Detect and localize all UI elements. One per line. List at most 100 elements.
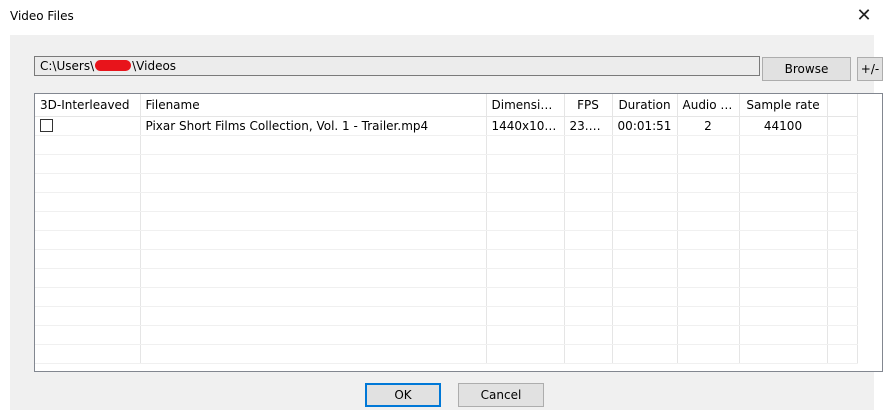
empty-cell — [140, 287, 487, 307]
empty-cell — [827, 287, 858, 307]
empty-cell — [486, 192, 565, 212]
add-remove-button[interactable]: +/- — [857, 57, 883, 81]
dialog-client-area: C:\Users\ \Videos Browse +/- 3D-Interleav… — [10, 35, 883, 410]
empty-table-row — [35, 230, 858, 250]
column-header-fps[interactable]: FPS — [564, 94, 613, 117]
empty-cell — [140, 135, 487, 155]
empty-cell — [140, 268, 487, 288]
empty-cell — [486, 230, 565, 250]
empty-cell — [564, 154, 613, 174]
browse-button[interactable]: Browse — [762, 57, 851, 81]
empty-cell — [564, 268, 613, 288]
column-header-filler — [827, 94, 858, 117]
empty-cell — [35, 306, 141, 326]
empty-cell — [739, 173, 828, 193]
empty-cell — [35, 192, 141, 212]
folder-path-field[interactable]: C:\Users\ \Videos — [34, 56, 760, 76]
empty-cell — [739, 154, 828, 174]
empty-cell — [677, 325, 740, 345]
close-icon[interactable]: ✕ — [852, 4, 876, 28]
path-prefix: C:\Users\ — [40, 59, 95, 73]
column-header-duration[interactable]: Duration — [612, 94, 678, 117]
path-suffix: \Videos — [132, 59, 177, 73]
empty-table-row — [35, 154, 858, 174]
empty-cell — [564, 249, 613, 269]
empty-cell — [486, 325, 565, 345]
empty-cell — [612, 211, 678, 231]
empty-cell — [677, 192, 740, 212]
window-title: Video Files — [10, 9, 74, 23]
empty-cell — [612, 230, 678, 250]
column-header-3d-interleaved[interactable]: 3D-Interleaved — [35, 94, 141, 117]
empty-table-row — [35, 249, 858, 269]
cancel-button[interactable]: Cancel — [458, 383, 544, 407]
empty-cell — [677, 173, 740, 193]
empty-cell — [612, 344, 678, 364]
empty-cell — [486, 249, 565, 269]
empty-cell — [612, 249, 678, 269]
empty-cell — [612, 287, 678, 307]
empty-table-row — [35, 173, 858, 193]
empty-cell — [35, 154, 141, 174]
column-header-filename[interactable]: Filename — [140, 94, 487, 117]
dimensions-cell: 1440x1080 — [486, 116, 565, 136]
column-header-dimensions[interactable]: Dimensions — [486, 94, 565, 117]
filename-cell: Pixar Short Films Collection, Vol. 1 - T… — [140, 116, 487, 136]
empty-cell — [677, 211, 740, 231]
empty-cell — [739, 325, 828, 345]
empty-cell — [739, 211, 828, 231]
empty-table-row — [35, 325, 858, 345]
empty-cell — [35, 325, 141, 345]
empty-cell — [564, 173, 613, 193]
empty-cell — [827, 173, 858, 193]
empty-cell — [612, 268, 678, 288]
empty-cell — [564, 306, 613, 326]
empty-cell — [564, 135, 613, 155]
empty-cell — [140, 249, 487, 269]
interleaved-cell — [35, 116, 141, 136]
empty-cell — [140, 173, 487, 193]
empty-table-row — [35, 268, 858, 288]
empty-cell — [35, 344, 141, 364]
column-header-sample-rate[interactable]: Sample rate — [739, 94, 828, 117]
duration-cell: 00:01:51 — [612, 116, 678, 136]
table-row[interactable]: Pixar Short Films Collection, Vol. 1 - T… — [35, 116, 858, 136]
empty-cell — [35, 135, 141, 155]
empty-cell — [612, 135, 678, 155]
empty-cell — [739, 306, 828, 326]
empty-cell — [612, 325, 678, 345]
empty-cell — [827, 325, 858, 345]
sample-rate-cell: 44100 — [739, 116, 828, 136]
empty-cell — [677, 344, 740, 364]
interleaved-checkbox[interactable] — [40, 118, 53, 132]
empty-cell — [827, 192, 858, 212]
empty-cell — [827, 306, 858, 326]
empty-cell — [827, 344, 858, 364]
video-files-table: 3D-Interleaved Filename Dimensions FPS D… — [35, 94, 858, 364]
empty-cell — [827, 249, 858, 269]
title-bar: Video Files ✕ — [0, 0, 884, 32]
empty-cell — [827, 154, 858, 174]
empty-cell — [612, 173, 678, 193]
empty-cell — [827, 135, 858, 155]
empty-cell — [140, 230, 487, 250]
empty-table-row — [35, 287, 858, 307]
empty-cell — [486, 268, 565, 288]
video-files-list[interactable]: 3D-Interleaved Filename Dimensions FPS D… — [34, 93, 883, 372]
empty-cell — [827, 230, 858, 250]
empty-cell — [564, 344, 613, 364]
empty-table-row — [35, 306, 858, 326]
column-header-audio-channels[interactable]: Audio c... — [677, 94, 740, 117]
filler-cell — [827, 116, 858, 136]
empty-cell — [140, 325, 487, 345]
ok-button[interactable]: OK — [365, 383, 441, 407]
empty-cell — [827, 211, 858, 231]
empty-cell — [140, 154, 487, 174]
empty-cell — [677, 287, 740, 307]
empty-cell — [486, 154, 565, 174]
empty-cell — [677, 230, 740, 250]
empty-cell — [486, 287, 565, 307]
empty-cell — [35, 268, 141, 288]
empty-cell — [564, 192, 613, 212]
empty-cell — [140, 211, 487, 231]
